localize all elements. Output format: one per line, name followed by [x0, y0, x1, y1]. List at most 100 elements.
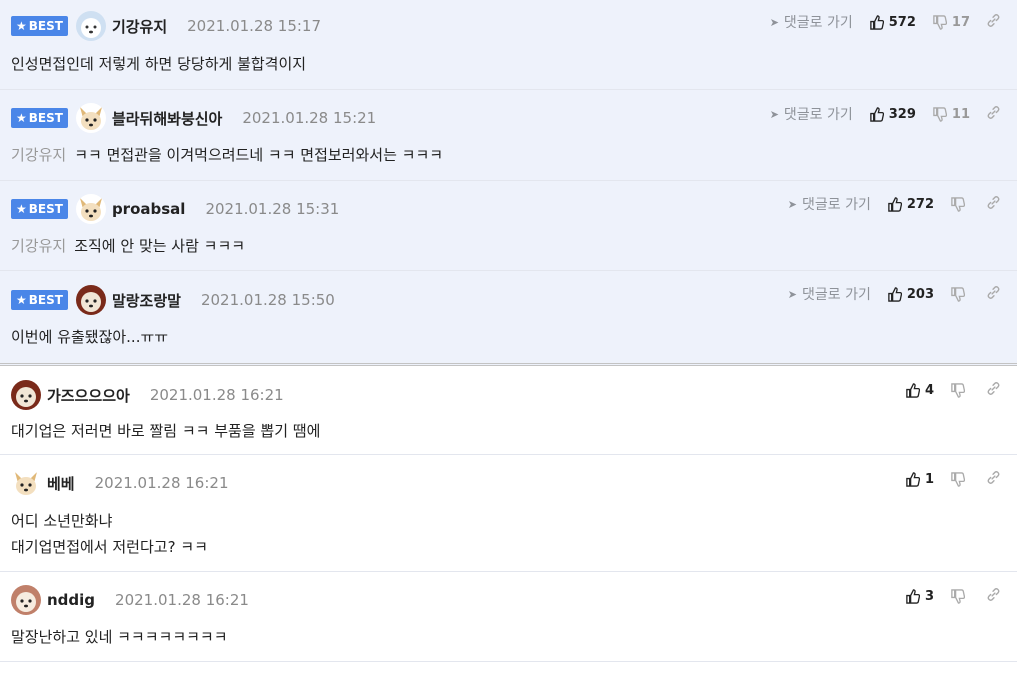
downvote-button[interactable]	[950, 383, 970, 398]
avatar[interactable]	[75, 194, 106, 224]
author-nickname[interactable]: nddig	[47, 591, 95, 609]
upvote-button[interactable]: 3	[905, 589, 934, 604]
upvote-button[interactable]: 1	[905, 472, 934, 487]
avatar[interactable]	[75, 285, 106, 315]
downvote-button[interactable]	[950, 589, 970, 604]
avatar[interactable]	[75, 103, 106, 133]
thumbs-up-icon	[906, 383, 920, 398]
downvote-count: 11	[951, 106, 970, 122]
thumbs-up-icon	[888, 196, 902, 212]
thumbs-up-icon	[906, 472, 920, 487]
upvote-count: 329	[888, 106, 916, 122]
best-comment: ★ BEST 말랑조랑말 2021.01.28 15:50 ➤ 댓글로 가기 203…	[0, 271, 1017, 366]
comment-header: ★ BEST 말랑조랑말 2021.01.28 15:50	[11, 285, 335, 315]
thumbs-up-icon	[869, 106, 884, 122]
comment-header: ★ BEST proabsal 2021.01.28 15:31	[11, 194, 339, 224]
mention-nickname[interactable]: 기강유지	[11, 146, 66, 164]
upvote-count: 572	[888, 14, 916, 30]
comment-date: 2021.01.28 16:21	[94, 474, 229, 492]
upvote-count: 1	[924, 472, 934, 487]
author-nickname[interactable]: 베베	[47, 473, 75, 494]
downvote-button[interactable]	[950, 196, 970, 212]
comment-body: 어디 소년만화냐 대기업면접에서 저런다고? ㅋㅋ	[11, 508, 208, 560]
star-icon: ★	[16, 293, 27, 307]
comment-actions: 3	[905, 587, 1001, 606]
upvote-button[interactable]: 329	[869, 107, 916, 122]
thumbs-down-icon	[951, 286, 965, 302]
link-icon[interactable]	[986, 470, 1001, 489]
best-badge: ★ BEST	[11, 290, 68, 310]
comment-actions: 1	[905, 470, 1001, 489]
go-to-reply-button[interactable]: ➤ 댓글로 가기	[788, 284, 871, 304]
link-icon[interactable]	[986, 195, 1001, 214]
comment-actions: 4	[905, 381, 1001, 400]
star-icon: ★	[16, 202, 27, 216]
link-icon[interactable]	[986, 587, 1001, 606]
link-icon[interactable]	[986, 105, 1001, 124]
author-nickname[interactable]: 가즈으으으아	[47, 385, 130, 406]
downvote-button[interactable]: 11	[932, 107, 970, 122]
comment-body: 대기업은 저러면 바로 짤림 ㅋㅋ 부품을 뽑기 땜에	[11, 418, 320, 444]
thumbs-up-icon	[906, 589, 920, 604]
comment-body: 기강유지 조직에 안 맞는 사람 ㅋㅋㅋ	[11, 233, 245, 259]
upvote-count: 272	[906, 196, 934, 212]
comment-actions: ➤ 댓글로 가기 272	[788, 194, 1001, 214]
downvote-button[interactable]	[950, 286, 970, 302]
best-comment: ★ BEST 블라뒤해봐붕신아 2021.01.28 15:21 ➤ 댓글로 가기 …	[0, 90, 1017, 181]
upvote-count: 3	[924, 589, 934, 604]
downvote-button[interactable]	[950, 472, 970, 487]
best-badge: ★ BEST	[11, 108, 68, 128]
link-icon[interactable]	[986, 381, 1001, 400]
upvote-count: 4	[924, 383, 934, 398]
comment-actions: ➤ 댓글로 가기 572 17	[770, 12, 1001, 32]
comment-actions: ➤ 댓글로 가기 329 11	[770, 104, 1001, 124]
comment-list: ★ BEST 기강유지 2021.01.28 15:17 ➤ 댓글로 가기 572 …	[0, 0, 1017, 662]
downvote-button[interactable]: 17	[932, 15, 970, 30]
author-nickname[interactable]: proabsal	[112, 200, 186, 218]
thumbs-down-icon	[951, 589, 965, 604]
comment-header: 가즈으으으아 2021.01.28 16:21	[11, 380, 284, 410]
thumbs-up-icon	[869, 14, 884, 30]
mention-nickname[interactable]: 기강유지	[11, 237, 66, 255]
thumbs-up-icon	[888, 286, 902, 302]
thumbs-down-icon	[933, 14, 947, 30]
author-nickname[interactable]: 기강유지	[112, 16, 167, 37]
comment-body: 기강유지 ㅋㅋ 면접관을 이겨먹으려드네 ㅋㅋ 면접보러와서는 ㅋㅋㅋ	[11, 142, 443, 168]
avatar[interactable]	[11, 468, 41, 498]
comment-line: 말장난하고 있네 ㅋㅋㅋㅋㅋㅋㅋㅋ	[11, 628, 228, 646]
comment: nddig 2021.01.28 16:21 3 말장난하고 있네 ㅋㅋㅋㅋㅋㅋ…	[0, 572, 1017, 662]
go-to-reply-button[interactable]: ➤ 댓글로 가기	[770, 12, 853, 32]
best-comment: ★ BEST 기강유지 2021.01.28 15:17 ➤ 댓글로 가기 572 …	[0, 0, 1017, 90]
avatar[interactable]	[11, 380, 41, 410]
upvote-button[interactable]: 4	[905, 383, 934, 398]
link-icon[interactable]	[986, 13, 1001, 32]
comment-date: 2021.01.28 15:50	[200, 291, 335, 309]
comment-actions: ➤ 댓글로 가기 203	[788, 284, 1001, 304]
comment-line: 대기업면접에서 저런다고? ㅋㅋ	[11, 538, 208, 556]
go-to-reply-button[interactable]: ➤ 댓글로 가기	[788, 194, 871, 214]
comment-date: 2021.01.28 16:21	[115, 591, 249, 609]
avatar[interactable]	[75, 11, 106, 41]
author-nickname[interactable]: 블라뒤해봐붕신아	[112, 108, 222, 129]
star-icon: ★	[16, 19, 27, 33]
best-comment: ★ BEST proabsal 2021.01.28 15:31 ➤ 댓글로 가기 …	[0, 181, 1017, 271]
upvote-button[interactable]: 272	[887, 197, 934, 212]
comment-line: 어디 소년만화냐	[11, 512, 113, 530]
comment-header: nddig 2021.01.28 16:21	[11, 585, 249, 615]
downvote-count: 17	[951, 14, 970, 30]
upvote-button[interactable]: 572	[869, 15, 916, 30]
link-icon[interactable]	[986, 285, 1001, 304]
navigate-arrow-icon: ➤	[769, 107, 779, 121]
comment-body: 인성면접인데 저렇게 하면 당당하게 불합격이지	[11, 51, 306, 77]
author-nickname[interactable]: 말랑조랑말	[112, 290, 181, 311]
star-icon: ★	[16, 111, 27, 125]
upvote-button[interactable]: 203	[887, 287, 934, 302]
best-badge: ★ BEST	[11, 16, 68, 36]
thumbs-down-icon	[951, 472, 965, 487]
thumbs-down-icon	[951, 196, 965, 212]
comment-date: 2021.01.28 15:21	[242, 109, 377, 127]
go-to-reply-button[interactable]: ➤ 댓글로 가기	[770, 104, 853, 124]
avatar[interactable]	[11, 585, 41, 615]
comment-line: 인성면접인데 저렇게 하면 당당하게 불합격이지	[11, 55, 307, 73]
comment-header: ★ BEST 기강유지 2021.01.28 15:17	[11, 11, 321, 41]
